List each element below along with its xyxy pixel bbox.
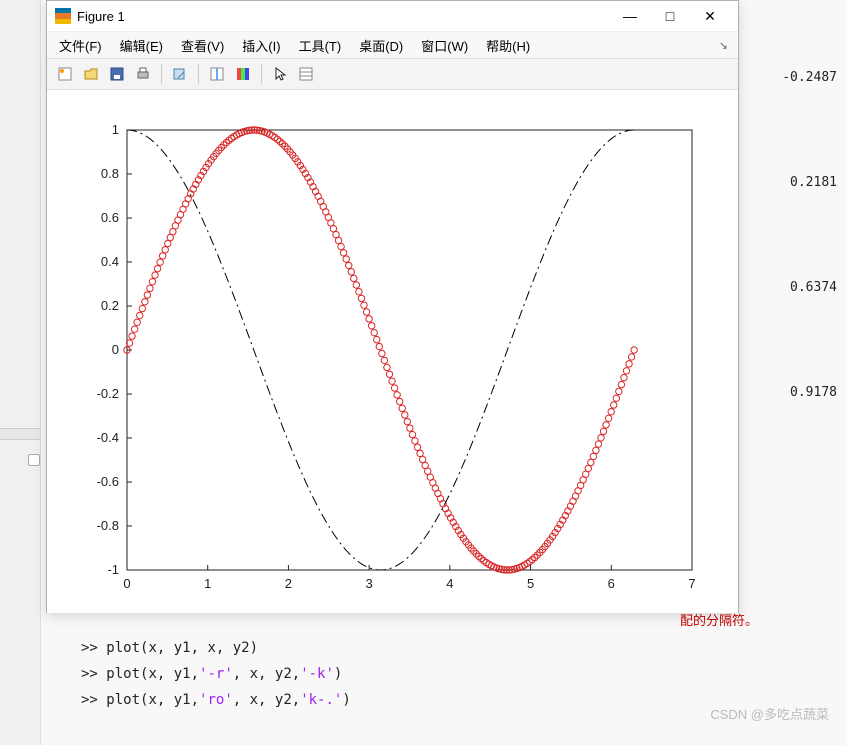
- svg-text:-0.2: -0.2: [97, 386, 119, 401]
- menu-bar: 文件(F) 编辑(E) 查看(V) 插入(I) 工具(T) 桌面(D) 窗口(W…: [47, 32, 738, 59]
- new-figure-button[interactable]: [53, 62, 77, 86]
- toolbar-separator: [161, 64, 162, 84]
- maximize-button[interactable]: □: [650, 2, 690, 30]
- figure-window: Figure 1 — □ ✕ 文件(F) 编辑(E) 查看(V) 插入(I) 工…: [46, 0, 739, 613]
- print-button[interactable]: [131, 62, 155, 86]
- toolbar-separator: [261, 64, 262, 84]
- menu-overflow-icon[interactable]: ↘: [719, 39, 734, 52]
- axes: 0 1 2 3 4 5 6 7 -1 -0.8 -0.6 -0.4 -0.2 0 0.2 0.4 0.6 0.8 1: [47, 90, 738, 613]
- svg-text:-0.6: -0.6: [97, 474, 119, 489]
- background-data-column: -0.2487 0.2181 0.6374 0.9178: [782, 70, 837, 490]
- svg-text:-1: -1: [107, 562, 119, 577]
- menu-file[interactable]: 文件(F): [51, 34, 110, 57]
- svg-text:1: 1: [204, 576, 211, 591]
- toolbar-separator: [198, 64, 199, 84]
- matlab-icon: [55, 8, 71, 24]
- properties-button[interactable]: [294, 62, 318, 86]
- menu-help[interactable]: 帮助(H): [478, 34, 538, 57]
- open-button[interactable]: [79, 62, 103, 86]
- command-line: >> plot(x, y1,'ro', x, y2,'k-.'): [81, 692, 351, 708]
- command-line: >> plot(x, y1,'-r', x, y2,'-k'): [81, 666, 351, 682]
- svg-text:6: 6: [608, 576, 615, 591]
- window-title: Figure 1: [77, 9, 610, 24]
- svg-text:0: 0: [123, 576, 130, 591]
- close-button[interactable]: ✕: [690, 2, 730, 30]
- menu-edit[interactable]: 编辑(E): [112, 34, 171, 57]
- pointer-button[interactable]: [268, 62, 292, 86]
- bg-value: 0.2181: [782, 175, 837, 190]
- menu-desktop[interactable]: 桌面(D): [351, 34, 411, 57]
- plot-area[interactable]: 0 1 2 3 4 5 6 7 -1 -0.8 -0.6 -0.4 -0.2 0 0.2 0.4 0.6 0.8 1: [47, 90, 738, 613]
- menu-window[interactable]: 窗口(W): [413, 34, 476, 57]
- svg-text:0.6: 0.6: [101, 210, 119, 225]
- panel-knob[interactable]: [28, 454, 40, 466]
- data-cursor-button[interactable]: [205, 62, 229, 86]
- menu-tools[interactable]: 工具(T): [291, 34, 350, 57]
- colorbar-button[interactable]: [231, 62, 255, 86]
- left-panel: [0, 0, 41, 745]
- toolbar: [47, 59, 738, 90]
- svg-text:7: 7: [688, 576, 695, 591]
- svg-text:0: 0: [112, 342, 119, 357]
- bg-value: -0.2487: [782, 70, 837, 85]
- svg-text:3: 3: [366, 576, 373, 591]
- save-button[interactable]: [105, 62, 129, 86]
- svg-text:4: 4: [446, 576, 453, 591]
- minimize-button[interactable]: —: [610, 2, 650, 30]
- title-bar[interactable]: Figure 1 — □ ✕: [47, 1, 738, 32]
- bg-value: 0.9178: [782, 385, 837, 400]
- svg-text:5: 5: [527, 576, 534, 591]
- svg-text:1: 1: [112, 122, 119, 137]
- svg-text:0.8: 0.8: [101, 166, 119, 181]
- panel-splitter[interactable]: [0, 428, 40, 440]
- command-window[interactable]: >> plot(x, y1, x, y2) >> plot(x, y1,'-r'…: [81, 640, 351, 718]
- svg-text:0.4: 0.4: [101, 254, 119, 269]
- svg-text:2: 2: [285, 576, 292, 591]
- menu-insert[interactable]: 插入(I): [234, 34, 288, 57]
- svg-text:0.2: 0.2: [101, 298, 119, 313]
- menu-view[interactable]: 查看(V): [173, 34, 232, 57]
- svg-text:-0.8: -0.8: [97, 518, 119, 533]
- svg-text:-0.4: -0.4: [97, 430, 119, 445]
- watermark: CSDN @多吃点蔬菜: [710, 704, 829, 723]
- link-button[interactable]: [168, 62, 192, 86]
- bg-value: 0.6374: [782, 280, 837, 295]
- command-line: >> plot(x, y1, x, y2): [81, 640, 351, 656]
